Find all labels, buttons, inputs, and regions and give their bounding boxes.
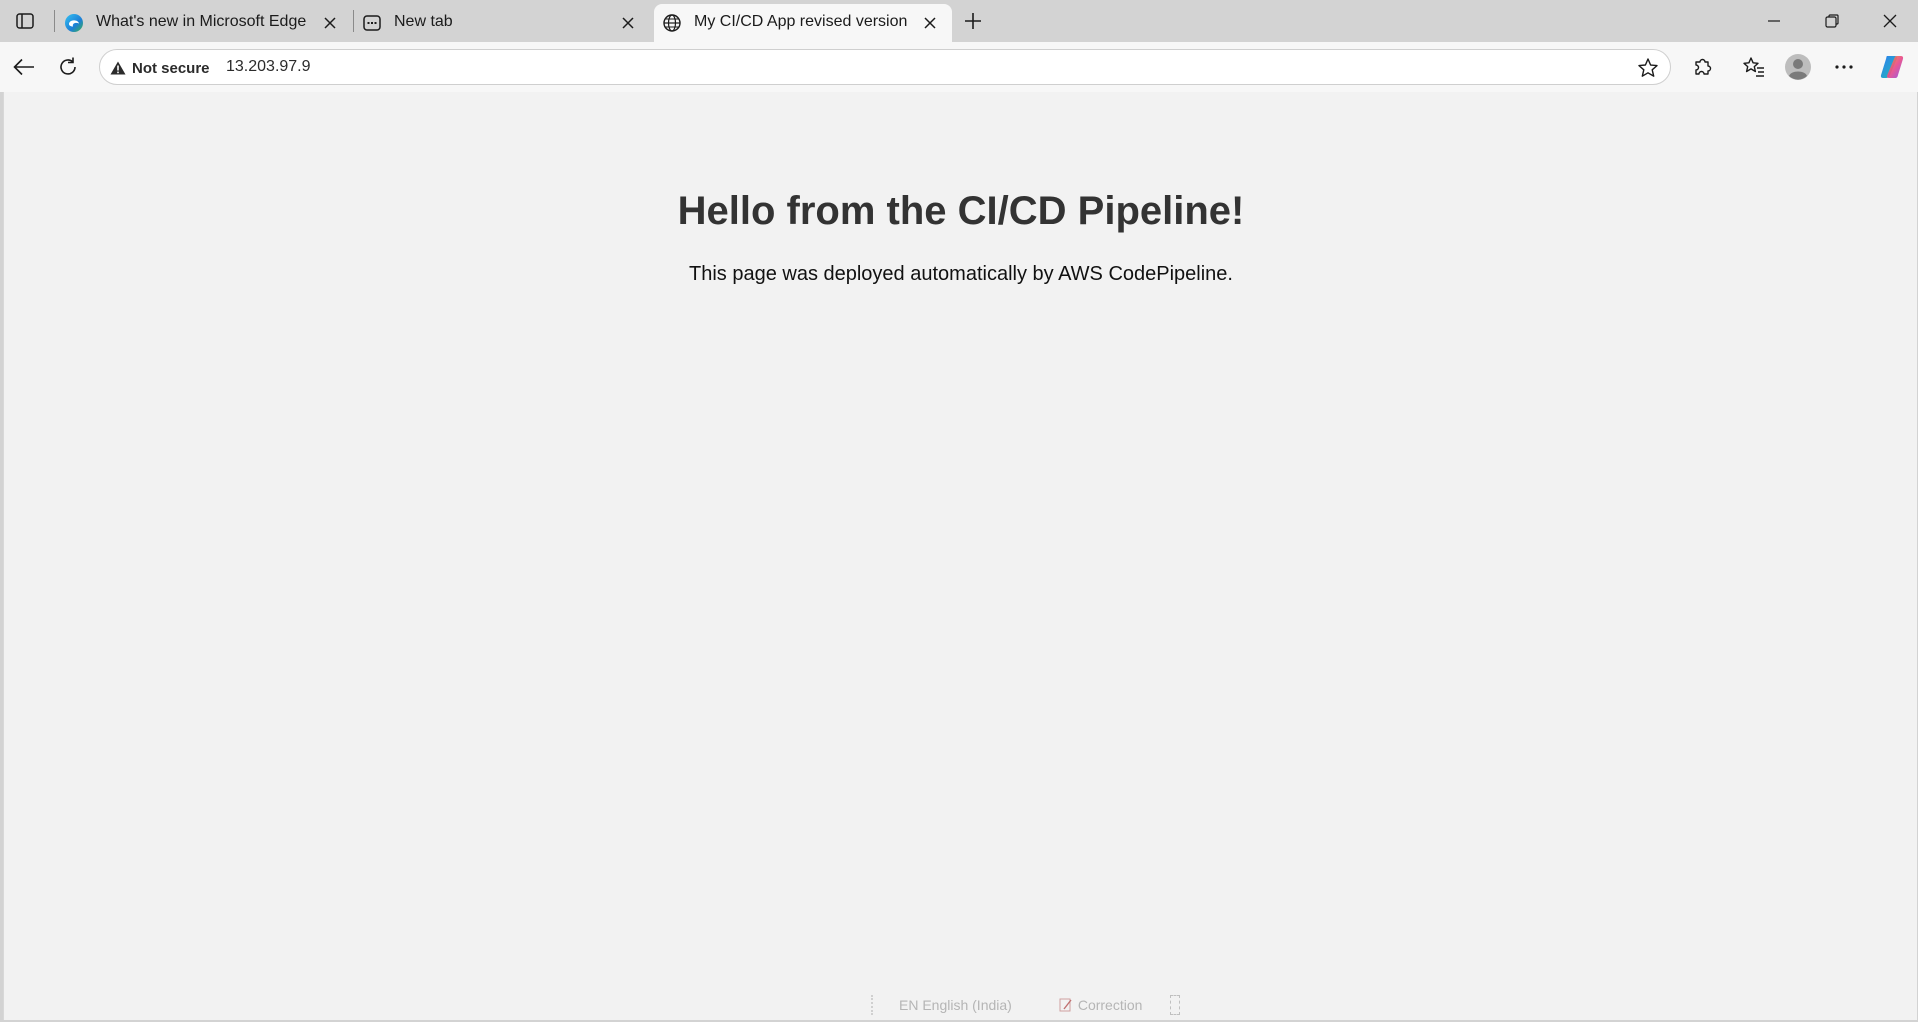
- tab-actions-icon: [16, 13, 34, 29]
- page-title: Hello from the CI/CD Pipeline!: [677, 189, 1245, 233]
- tab-title: My CI/CD App revised version: [694, 13, 908, 30]
- extensions-button[interactable]: [1687, 51, 1719, 83]
- plus-icon: [965, 13, 981, 29]
- globe-icon: [662, 13, 682, 33]
- tab-actions-menu-button[interactable]: [8, 6, 42, 36]
- ime-expand-icon[interactable]: [1170, 995, 1181, 1015]
- security-label: Not secure: [132, 59, 210, 77]
- ime-drag-handle[interactable]: [871, 995, 873, 1015]
- favorites-list-icon: [1743, 57, 1764, 77]
- more-horizontal-icon: [1835, 65, 1853, 69]
- favorites-button[interactable]: [1738, 51, 1770, 83]
- back-button[interactable]: [8, 51, 40, 83]
- browser-toolbar: Not secure 13.203.97.9: [0, 42, 1918, 92]
- refresh-button[interactable]: [52, 51, 84, 83]
- new-tab-button[interactable]: [956, 6, 990, 36]
- tab-new-tab[interactable]: New tab: [354, 4, 650, 42]
- site-info-button[interactable]: Not secure: [110, 58, 210, 78]
- close-tab-icon[interactable]: [920, 13, 940, 33]
- warning-icon: [110, 61, 126, 75]
- tab-my-cicd-app[interactable]: My CI/CD App revised version: [654, 4, 952, 42]
- page-description: This page was deployed automatically by …: [688, 263, 1233, 285]
- pencil-icon: [1059, 998, 1072, 1012]
- profile-button[interactable]: [1782, 51, 1814, 83]
- restore-icon: [1825, 14, 1839, 28]
- copilot-icon: [1880, 56, 1904, 78]
- refresh-icon: [60, 57, 76, 75]
- close-tab-icon[interactable]: [320, 13, 340, 33]
- restore-button[interactable]: [1804, 0, 1860, 42]
- url-text[interactable]: 13.203.97.9: [226, 58, 311, 76]
- minimize-icon: [1768, 20, 1780, 22]
- ime-correction-label: Correction: [1077, 997, 1143, 1013]
- tab-strip: What's new in Microsoft Edge New tab My …: [0, 0, 1918, 42]
- ime-correction-button[interactable]: Correction: [1058, 997, 1143, 1013]
- ime-language-button[interactable]: EN English (India): [899, 997, 1012, 1013]
- tab-title: What's new in Microsoft Edge: [96, 13, 307, 30]
- page-viewport: Hello from the CI/CD Pipeline! This page…: [3, 92, 1917, 1020]
- add-favorite-star-icon[interactable]: [1636, 56, 1660, 80]
- close-tab-icon[interactable]: [618, 13, 638, 33]
- close-icon: [1883, 14, 1897, 28]
- edge-logo-icon: [64, 13, 84, 33]
- copilot-button[interactable]: [1876, 51, 1908, 83]
- close-window-button[interactable]: [1862, 0, 1918, 42]
- new-tab-page-icon: [362, 13, 382, 33]
- puzzle-piece-icon: [1695, 58, 1712, 75]
- address-bar[interactable]: Not secure 13.203.97.9: [99, 49, 1671, 85]
- tab-whats-new[interactable]: What's new in Microsoft Edge: [56, 4, 352, 42]
- profile-avatar-icon: [1785, 54, 1811, 80]
- back-arrow-icon: [13, 58, 34, 76]
- tab-title: New tab: [394, 13, 453, 30]
- tab-separator: [54, 10, 55, 32]
- settings-and-more-button[interactable]: [1828, 51, 1860, 83]
- minimize-button[interactable]: [1746, 0, 1802, 42]
- ime-toolbar: EN English (India) Correction: [871, 992, 1181, 1018]
